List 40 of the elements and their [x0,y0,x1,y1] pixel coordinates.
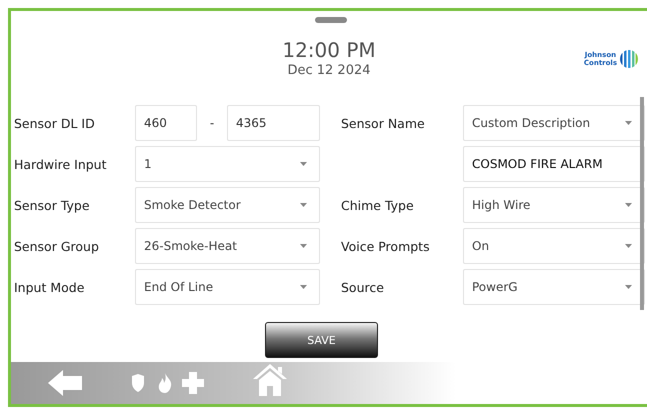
stripes-logo-icon [619,49,639,70]
clock-time: 12:00 PM [282,38,376,62]
save-button[interactable]: SAVE [265,322,378,358]
dash-separator: - [208,116,216,130]
back-arrow-icon[interactable] [48,370,82,396]
caret-icon [625,285,632,289]
shield-icon[interactable] [132,374,144,392]
caret-icon [625,121,632,125]
input-field[interactable]: 460 [135,105,197,141]
caret-icon [300,162,307,166]
field-label: Input Mode [14,280,86,294]
clock-date: Dec 12 2024 [286,62,372,80]
drag-handle[interactable] [314,17,346,23]
home-icon[interactable] [253,364,287,396]
scrollbar[interactable] [640,97,644,310]
caret-icon [625,244,632,248]
dropdown[interactable]: 1 [135,146,320,182]
field-label: Sensor DL ID [14,116,96,130]
field-label: Voice Prompts [341,238,431,254]
field-label: Source [341,280,385,294]
caret-icon [625,203,632,207]
caret-icon [300,285,307,289]
caret-icon [300,203,307,207]
field-label: Hardwire Input [14,156,108,172]
dropdown[interactable]: On [463,228,645,264]
field-label: Sensor Type [14,198,91,212]
dropdown[interactable]: 26-Smoke-Heat [135,228,320,264]
flame-icon[interactable] [158,373,172,393]
plus-icon[interactable] [182,372,204,394]
field-label: Sensor Name [341,116,426,130]
dropdown[interactable]: End Of Line [135,269,320,305]
dropdown[interactable]: Smoke Detector [135,187,320,223]
caret-icon [300,244,307,248]
dropdown[interactable]: High Wire [463,187,645,223]
dropdown[interactable]: Custom Description [463,105,645,141]
field-label: Chime Type [341,198,415,212]
dropdown[interactable]: PowerG [463,269,645,305]
input-field[interactable]: 4365 [227,105,320,141]
field-label: Sensor Group [14,238,100,254]
input-field[interactable]: COSMOD FIRE ALARM [463,146,645,182]
